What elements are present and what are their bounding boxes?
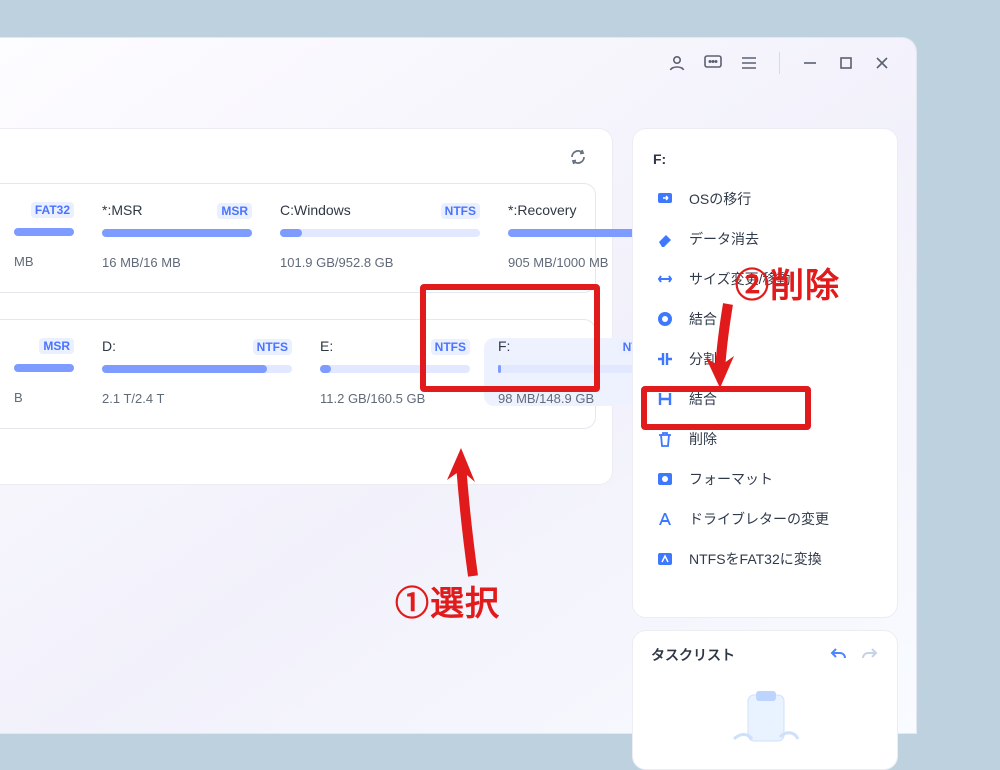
resize-icon <box>655 269 675 289</box>
partition-card[interactable]: C:Windows NTFS 101.9 GB/952.8 GB <box>266 202 494 270</box>
annotation-box-1 <box>420 284 600 392</box>
partition-name: C:Windows <box>280 202 351 218</box>
partition-name: E: <box>320 338 333 354</box>
annotation-text-1: ①選択 <box>395 576 500 625</box>
partition-card[interactable]: *:MSR MSR 16 MB/16 MB <box>88 202 266 270</box>
partition-name: *:MSR <box>102 202 142 218</box>
action-erase[interactable]: データ消去 <box>651 219 893 259</box>
action-letter[interactable]: ドライブレターの変更 <box>651 499 893 539</box>
partition-fs: NTFS <box>441 203 480 219</box>
action-convert[interactable]: NTFSをFAT32に変換 <box>651 539 893 579</box>
partition-size: 2.1 T/2.4 T <box>102 391 292 406</box>
usage-bar <box>102 365 292 373</box>
convert-icon <box>655 549 675 569</box>
usage-bar <box>102 229 252 237</box>
usage-bar <box>14 228 74 236</box>
selected-partition-title: F: <box>653 151 893 167</box>
action-format[interactable]: フォーマット <box>651 459 893 499</box>
redo-icon[interactable] <box>861 646 879 665</box>
task-empty-illustration <box>730 687 800 747</box>
account-icon[interactable] <box>667 53 687 73</box>
delete-icon <box>655 429 675 449</box>
format-icon <box>655 469 675 489</box>
refresh-icon[interactable] <box>568 147 590 169</box>
usage-bar <box>14 364 74 372</box>
partition-fs: FAT32 <box>31 202 74 218</box>
partition-card[interactable]: MSR B <box>0 338 88 406</box>
partition-name: D: <box>102 338 116 354</box>
migrate-icon <box>655 189 675 209</box>
annotation-arrow-2 <box>698 300 748 395</box>
action-label: OSの移行 <box>689 189 751 209</box>
action-label: フォーマット <box>689 469 773 489</box>
partition-size: 101.9 GB/952.8 GB <box>280 255 480 270</box>
partition-size: 16 MB/16 MB <box>102 255 252 270</box>
erase-icon <box>655 229 675 249</box>
partition-fs: MSR <box>217 203 252 219</box>
titlebar <box>667 38 916 88</box>
partition-card[interactable]: D: NTFS 2.1 T/2.4 T <box>88 338 306 406</box>
feedback-icon[interactable] <box>703 53 723 73</box>
action-migrate[interactable]: OSの移行 <box>651 179 893 219</box>
letter-icon <box>655 509 675 529</box>
usage-bar <box>280 229 480 237</box>
maximize-icon[interactable] <box>836 53 856 73</box>
annotation-text-2: ②削除 <box>735 258 840 307</box>
disk-1: FAT32 MB *:MSR MSR 16 MB/16 MB C:Windows NTFS 1… <box>0 183 596 293</box>
action-split[interactable]: 分割 <box>651 339 893 379</box>
partition-name: *:Recovery <box>508 202 576 218</box>
action-panel: F: OSの移行データ消去サイズ変更/移動結合分割結合削除フォーマットドライブレ… <box>632 128 898 618</box>
titlebar-separator <box>779 52 780 74</box>
partition-fs: NTFS <box>253 339 292 355</box>
undo-icon[interactable] <box>829 646 847 665</box>
annotation-arrow-1 <box>445 448 495 583</box>
menu-icon[interactable] <box>739 53 759 73</box>
action-label: ドライブレターの変更 <box>689 509 829 529</box>
partition-card[interactable]: FAT32 MB <box>0 202 88 270</box>
app-window: FAT32 MB *:MSR MSR 16 MB/16 MB C:Windows NTFS 1… <box>0 38 916 733</box>
partition-size: B <box>14 390 74 405</box>
action-label: NTFSをFAT32に変換 <box>689 549 822 569</box>
task-list-panel: タスクリスト <box>632 630 898 770</box>
action-label: データ消去 <box>689 229 759 249</box>
task-list-title: タスクリスト <box>651 645 735 665</box>
partition-fs: MSR <box>39 338 74 354</box>
minimize-icon[interactable] <box>800 53 820 73</box>
partition-size: 11.2 GB/160.5 GB <box>320 391 470 406</box>
partition-size: MB <box>14 254 74 269</box>
split-icon <box>655 349 675 369</box>
action-label: 削除 <box>689 429 717 449</box>
close-icon[interactable] <box>872 53 892 73</box>
clone-icon <box>655 309 675 329</box>
